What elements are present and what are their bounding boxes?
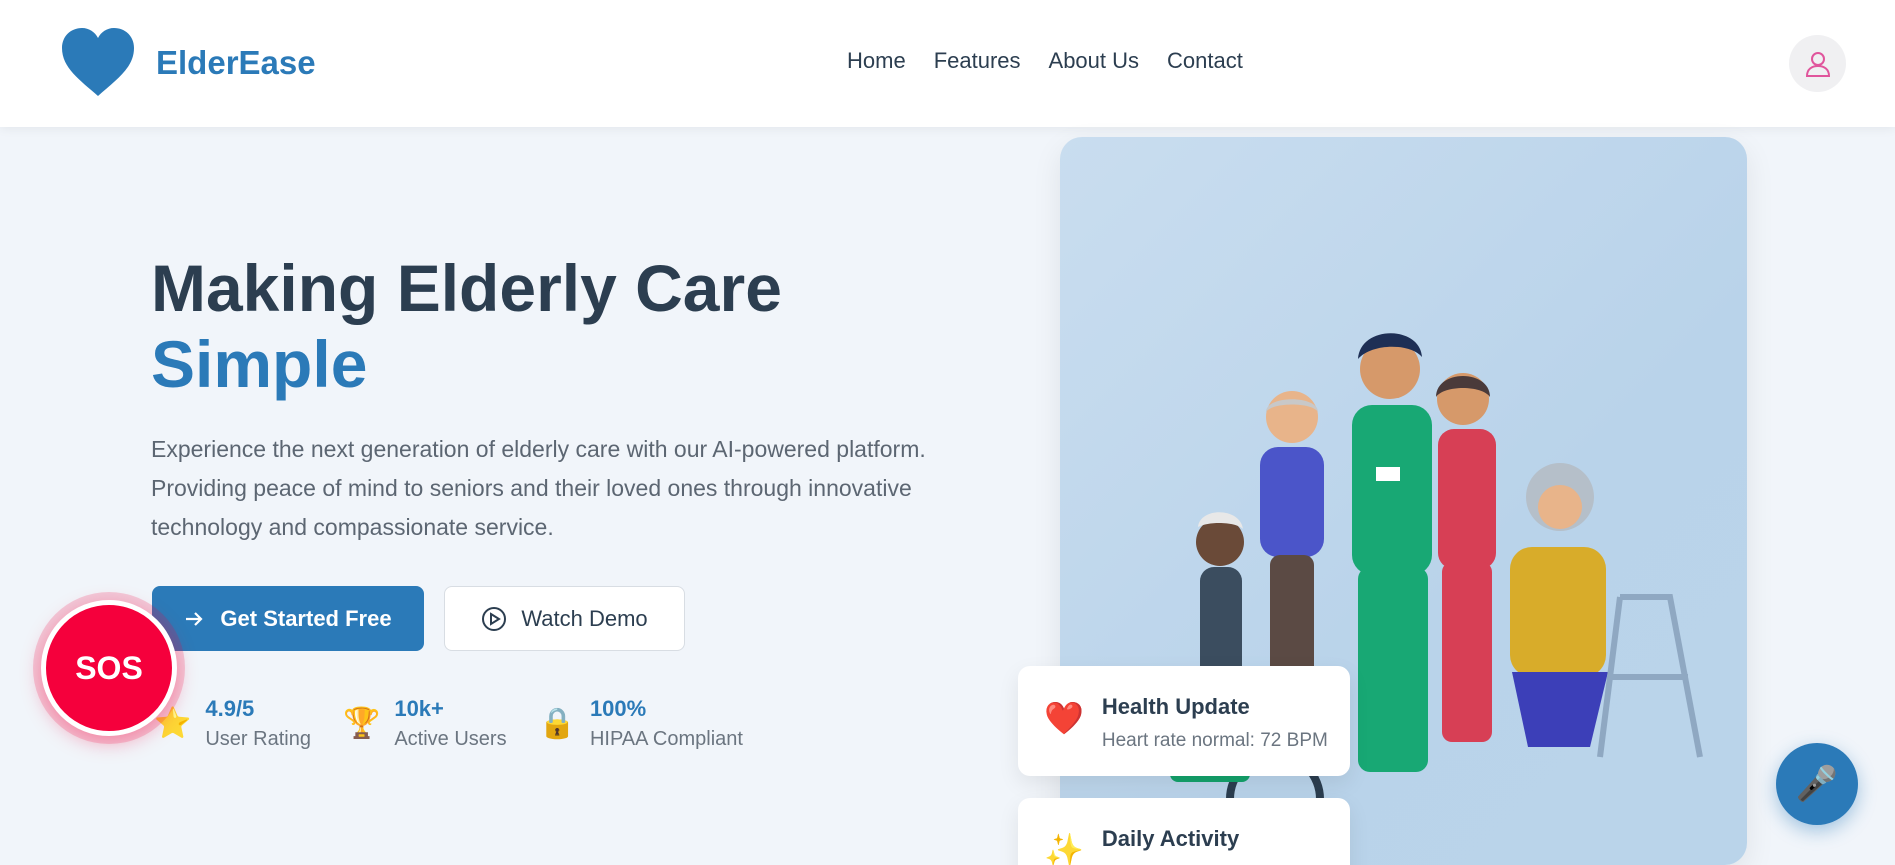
- watch-demo-label: Watch Demo: [521, 605, 648, 631]
- brand[interactable]: ElderEase: [60, 28, 316, 98]
- watch-demo-button[interactable]: Watch Demo: [444, 586, 685, 651]
- hero-description: Experience the next generation of elderl…: [151, 436, 926, 540]
- stats-row: ⭐ 4.9/5 User Rating 🏆 10k+ Active Users …: [154, 696, 743, 751]
- voice-assistant-button[interactable]: 🎤: [1776, 743, 1858, 825]
- heart-icon: [62, 28, 134, 96]
- sparkles-icon: ✨: [1044, 832, 1084, 865]
- navbar: ElderEase Home Features About Us Contact: [0, 0, 1895, 127]
- card-subtitle: Heart rate normal: 72 BPM: [1101, 730, 1328, 751]
- daily-activity-card[interactable]: ✨ Daily Activity: [1018, 798, 1350, 865]
- card-title: Daily Activity: [1101, 826, 1240, 851]
- hero-title-accent: Simple: [151, 327, 368, 401]
- hero-title-line1: Making Elderly Care: [151, 251, 782, 325]
- nav-link-contact[interactable]: Contact: [1167, 48, 1243, 74]
- lock-icon: 🔒: [538, 706, 576, 740]
- trophy-icon: 🏆: [342, 706, 381, 740]
- stat-label: User Rating: [205, 728, 311, 750]
- brand-name: ElderEase: [156, 44, 316, 81]
- caregiver-man-figure: [1352, 333, 1432, 772]
- nav-links: Home Features About Us Contact: [847, 48, 1243, 74]
- nav-link-about[interactable]: About Us: [1049, 48, 1140, 74]
- sos-button[interactable]: SOS: [41, 600, 177, 736]
- get-started-label: Get Started Free: [220, 605, 392, 631]
- user-icon: [1805, 51, 1830, 77]
- microphone-icon: 🎤: [1795, 765, 1839, 803]
- caregiver-woman-figure: [1436, 373, 1496, 742]
- stat-users: 🏆 10k+ Active Users: [343, 696, 507, 751]
- stat-rating: ⭐ 4.9/5 User Rating: [154, 696, 311, 751]
- stat-compliance: 🔒 100% HIPAA Compliant: [539, 696, 743, 751]
- heart-icon: ❤️: [1044, 700, 1084, 736]
- hero-title: Making Elderly Care Simple: [151, 250, 782, 402]
- arrow-right-icon: [186, 611, 203, 626]
- stat-value: 4.9/5: [205, 696, 255, 721]
- senior-woman-figure: [1510, 463, 1703, 758]
- nav-link-features[interactable]: Features: [934, 48, 1021, 74]
- stat-label: Active Users: [394, 728, 507, 750]
- user-profile-button[interactable]: [1789, 35, 1846, 92]
- play-circle-icon: [482, 606, 507, 631]
- get-started-button[interactable]: Get Started Free: [152, 586, 424, 651]
- card-title: Health Update: [1101, 694, 1250, 719]
- stat-value: 100%: [589, 696, 647, 721]
- nav-link-home[interactable]: Home: [847, 48, 906, 74]
- health-update-card[interactable]: ❤️ Health Update Heart rate normal: 72 B…: [1018, 666, 1350, 776]
- stat-label: HIPAA Compliant: [589, 728, 743, 750]
- stat-value: 10k+: [394, 696, 444, 721]
